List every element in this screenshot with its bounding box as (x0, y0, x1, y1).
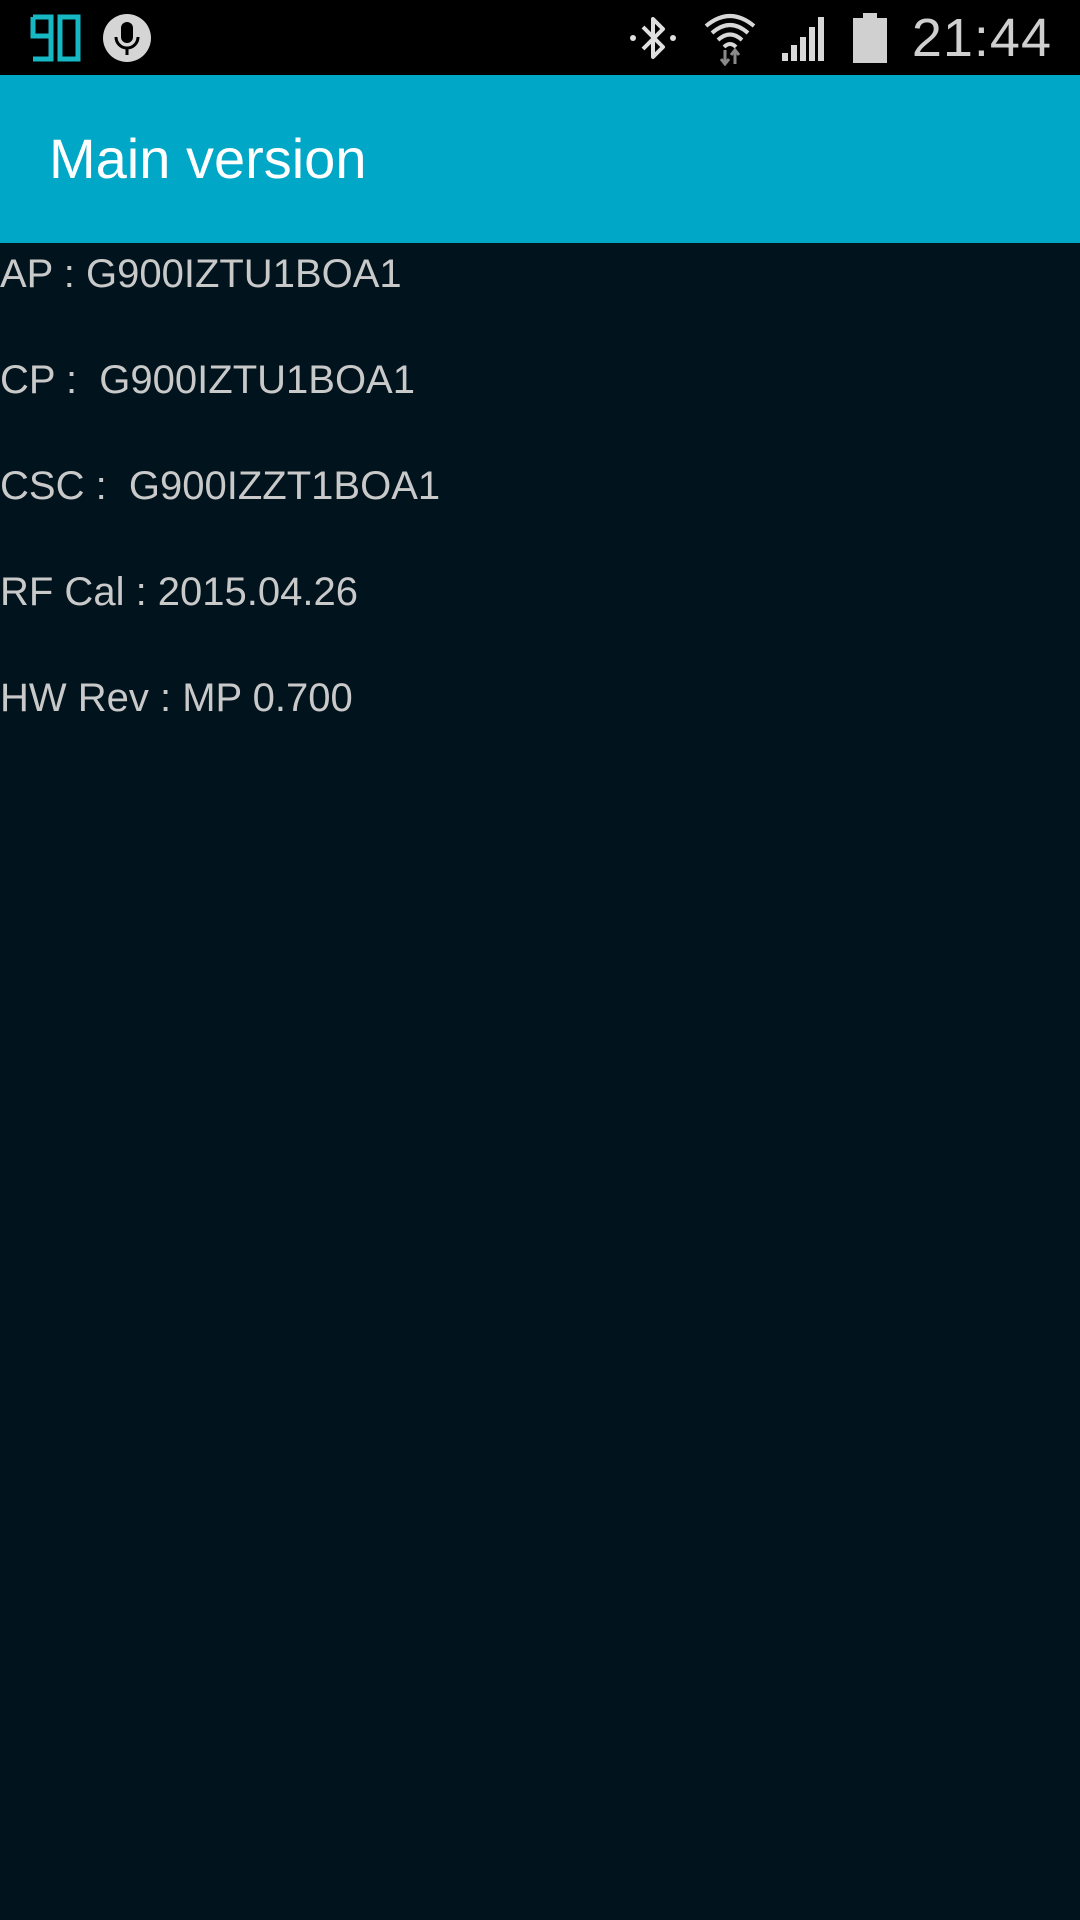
rf-cal-text: RF Cal : 2015.04.26 (0, 570, 358, 614)
hw-rev-text: HW Rev : MP 0.700 (0, 676, 353, 720)
app-badge-icon (30, 14, 82, 62)
action-bar: Main version (0, 75, 1080, 243)
status-bar: 21:44 (0, 0, 1080, 75)
mic-icon (102, 13, 152, 63)
status-left (30, 10, 152, 66)
bluetooth-icon (626, 13, 680, 63)
status-right: 21:44 (626, 0, 1052, 75)
cp-version-text: CP : G900IZTU1BOA1 (0, 358, 415, 402)
signal-icon (780, 13, 828, 63)
wifi-icon (704, 10, 756, 66)
csc-version-text: CSC : G900IZZT1BOA1 (0, 464, 441, 508)
ap-version-text: AP : G900IZTU1BOA1 (0, 252, 402, 296)
page-title: Main version (49, 127, 367, 190)
battery-icon (852, 12, 888, 64)
clock: 21:44 (911, 7, 1052, 68)
